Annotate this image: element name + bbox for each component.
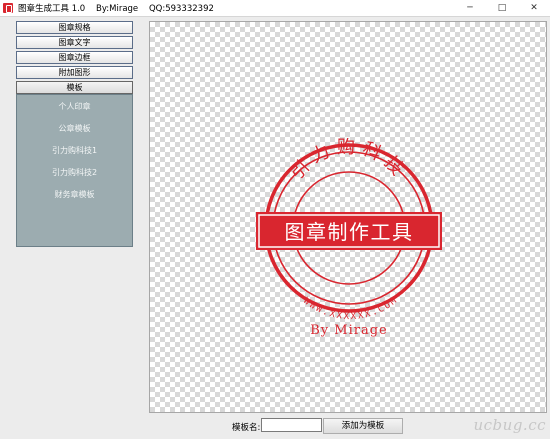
- template-item-tech1[interactable]: 引力购科技1: [17, 140, 132, 162]
- add-template-button[interactable]: 添加为模板: [323, 418, 403, 434]
- minimize-button[interactable]: ─: [454, 0, 486, 16]
- seal-preview-canvas: 引力购科技 WWW.XXXXXX.COM 图章制作工具 By Mirage: [149, 21, 547, 413]
- seal-border-button[interactable]: 图章边框: [16, 51, 133, 64]
- seal-banner-text: 图章制作工具: [285, 220, 414, 244]
- main-client-area: 图章规格 图章文字 图章边框 附加图形 模板 个人印章 公章模板 引力购科技1 …: [0, 16, 550, 439]
- template-button[interactable]: 模板: [16, 81, 133, 94]
- template-list: 个人印章 公章模板 引力购科技1 引力购科技2 财务章模板: [16, 94, 133, 247]
- seal-image: 引力购科技 WWW.XXXXXX.COM 图章制作工具 By Mirage: [256, 138, 442, 338]
- seal-banner: 图章制作工具: [256, 212, 442, 250]
- template-name-input[interactable]: [261, 418, 322, 432]
- window-controls: ─ □ ✕: [454, 0, 550, 16]
- seal-app-icon: [3, 3, 13, 13]
- template-item-finance[interactable]: 财务章模板: [17, 184, 132, 206]
- template-name-label: 模板名:: [232, 423, 261, 433]
- watermark-logo: ucbug.cc: [473, 416, 546, 434]
- seal-spec-button[interactable]: 图章规格: [16, 21, 133, 34]
- template-item-official[interactable]: 公章模板: [17, 118, 132, 140]
- template-item-tech2[interactable]: 引力购科技2: [17, 162, 132, 184]
- window-title: 图章生成工具 1.0 By:Mirage QQ:593332392: [18, 4, 214, 14]
- seal-arc-top-text: 引力购科技: [286, 138, 411, 184]
- close-button[interactable]: ✕: [518, 0, 550, 16]
- seal-text-button[interactable]: 图章文字: [16, 36, 133, 49]
- template-item-personal[interactable]: 个人印章: [17, 96, 132, 118]
- seal-signature: By Mirage: [310, 323, 387, 338]
- maximize-button[interactable]: □: [486, 0, 518, 16]
- extra-shape-button[interactable]: 附加图形: [16, 66, 133, 79]
- left-panel: 图章规格 图章文字 图章边框 附加图形 模板 个人印章 公章模板 引力购科技1 …: [16, 21, 133, 247]
- title-bar: 图章生成工具 1.0 By:Mirage QQ:593332392 ─ □ ✕: [0, 0, 550, 16]
- seal-arc-bottom-text: WWW.XXXXXX.COM: [301, 295, 400, 322]
